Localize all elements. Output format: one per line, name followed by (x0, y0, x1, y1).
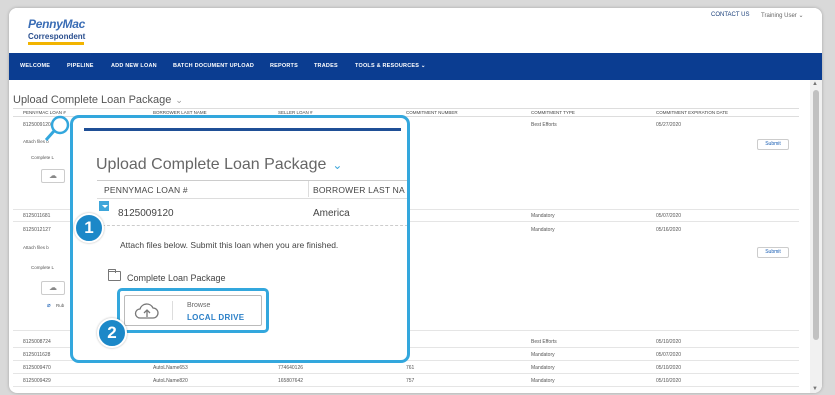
nav-reports[interactable]: REPORTS (270, 63, 298, 69)
scroll-thumb[interactable] (813, 90, 819, 340)
loan-number-cell: 8125011628 (23, 352, 51, 358)
expiration-cell: 05/07/2020 (656, 213, 682, 219)
scroll-up-icon[interactable]: ▲ (812, 81, 818, 87)
divider (308, 181, 309, 197)
nav-batch-document-upload[interactable]: BATCH DOCUMENT UPLOAD (173, 63, 254, 69)
pennymac-logo[interactable]: PennyMac Correspondent (28, 17, 88, 47)
commitment-type-cell: Mandatory (531, 365, 555, 371)
expiration-cell: 05/27/2020 (656, 122, 682, 128)
paperclip-icon: ⌀ (47, 303, 51, 309)
divider (97, 180, 407, 181)
loan-number-cell: 8125009429 (23, 378, 51, 384)
commitment-type-cell: Best Efforts (531, 122, 557, 128)
callout-title[interactable]: Upload Complete Loan Package ⌄ (96, 156, 342, 174)
table-row[interactable]: 8125009429 AutoLName820 165807642 757 Ma… (13, 375, 799, 387)
main-nav: WELCOME PIPELINE ADD NEW LOAN BATCH DOCU… (9, 53, 822, 80)
folder-icon (108, 269, 121, 281)
borrower-cell: AutoLName820 (153, 378, 188, 384)
seller-loan-cell: 165807642 (278, 378, 304, 384)
expiration-cell: 05/07/2020 (656, 352, 682, 358)
table-row[interactable]: 8125009470 AutoLName653 774640126 761 Ma… (13, 362, 799, 374)
chevron-down-icon: ⌄ (332, 158, 343, 172)
contact-us-link[interactable]: CONTACT US (711, 12, 749, 18)
chevron-down-icon: ⌄ (175, 95, 183, 105)
logo-sub-text: Correspondent (28, 32, 86, 41)
nav-pipeline[interactable]: PIPELINE (67, 63, 94, 69)
folder-label: Complete Loan Package (127, 273, 226, 283)
nav-welcome[interactable]: WELCOME (20, 63, 50, 69)
col-commitment-number[interactable]: COMMITMENT NUMBER (406, 110, 458, 115)
expand-row-toggle[interactable] (98, 200, 110, 212)
submit-button[interactable]: Submit (757, 139, 789, 150)
expiration-cell: 05/10/2020 (656, 365, 682, 371)
seller-loan-cell: 774640126 (278, 365, 304, 371)
local-drive-label: LOCAL DRIVE (187, 313, 245, 322)
header: PennyMac Correspondent CONTACT US Traini… (9, 8, 822, 53)
divider (172, 301, 173, 320)
borrower-cell: AutoLName653 (153, 365, 188, 371)
col-expiration-date[interactable]: COMMITMENT EXPIRATION DATE (656, 110, 728, 115)
step-badge-2: 2 (97, 318, 127, 348)
expiration-cell: 05/16/2020 (656, 227, 682, 233)
folder-label: Complete L (31, 155, 55, 160)
commitment-type-cell: Mandatory (531, 227, 555, 233)
col-loan-number[interactable]: PENNYMAC LOAN # (104, 185, 188, 195)
loan-number-cell: 8125009120 (118, 208, 174, 219)
logo-accent-bar (28, 42, 84, 45)
cloud-upload-icon (134, 303, 159, 319)
callout-title-text: Upload Complete Loan Package (96, 156, 327, 173)
step-badge-1: 1 (74, 213, 104, 243)
col-borrower[interactable]: BORROWER LAST NA (313, 185, 405, 195)
callout-header-bar (84, 128, 401, 131)
nav-trades[interactable]: TRADES (314, 63, 338, 69)
commitment-number-cell: 757 (406, 378, 415, 384)
scroll-down-icon[interactable]: ▼ (812, 386, 818, 392)
scrollbar[interactable]: ▲ ▼ (810, 80, 822, 393)
loan-number-cell: 8125008724 (23, 339, 51, 345)
page-title[interactable]: Upload Complete Loan Package ⌄ (13, 94, 183, 106)
expiration-cell: 05/10/2020 (656, 378, 682, 384)
nav-tools-resources[interactable]: TOOLS & RESOURCES ⌄ (355, 63, 426, 69)
cloud-upload-icon[interactable]: ☁ (41, 169, 65, 183)
folder-label: Complete L (31, 265, 55, 270)
file-name[interactable]: Rub (56, 303, 64, 308)
commitment-type-cell: Mandatory (531, 378, 555, 384)
user-menu[interactable]: Training User ⌄ (761, 12, 803, 19)
borrower-cell: America (313, 208, 350, 219)
page-title-text: Upload Complete Loan Package (13, 94, 172, 106)
browse-label: Browse (187, 302, 211, 309)
col-commitment-type[interactable]: COMMITMENT TYPE (531, 110, 575, 115)
divider (97, 225, 407, 226)
loan-number-cell: 8125012127 (23, 227, 51, 233)
divider (97, 198, 407, 199)
commitment-number-cell: 761 (406, 365, 415, 371)
browse-local-drive-button[interactable]: Browse LOCAL DRIVE (124, 295, 262, 326)
submit-button[interactable]: Submit (757, 247, 789, 258)
commitment-type-cell: Mandatory (531, 213, 555, 219)
commitment-type-cell: Best Efforts (531, 339, 557, 345)
commitment-type-cell: Mandatory (531, 352, 555, 358)
cloud-upload-icon[interactable]: ☁ (41, 281, 65, 295)
expiration-cell: 05/10/2020 (656, 339, 682, 345)
attach-note: Attach files below. Submit this loan whe… (120, 240, 339, 250)
attach-note: Attach files b (23, 245, 49, 250)
loan-number-cell: 8125009470 (23, 365, 51, 371)
logo-main-text: PennyMac (28, 17, 85, 31)
nav-add-new-loan[interactable]: ADD NEW LOAN (111, 63, 157, 69)
loan-number-cell: 8125011681 (23, 213, 51, 219)
browse-highlight: Browse LOCAL DRIVE (117, 288, 269, 333)
